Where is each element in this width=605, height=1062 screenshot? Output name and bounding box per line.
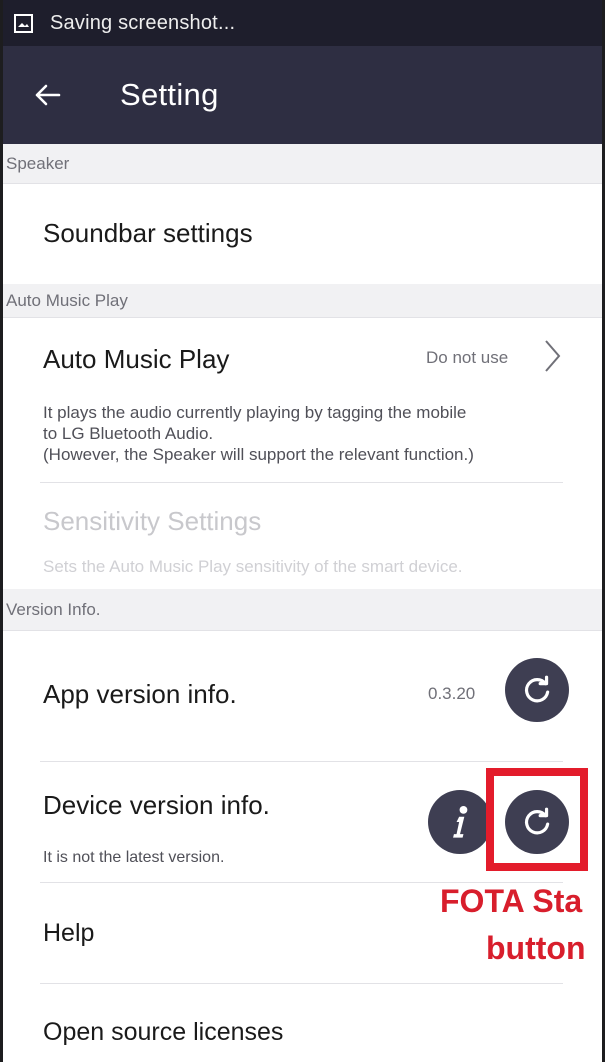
soundbar-settings-item[interactable]: Soundbar settings — [3, 184, 602, 284]
sensitivity-settings-label: Sensitivity Settings — [43, 506, 262, 536]
device-version-label: Device version info. — [43, 790, 270, 820]
auto-music-play-value: Do not use — [426, 348, 509, 367]
desc-line-2: to LG Bluetooth Audio. — [43, 424, 214, 443]
app-update-button[interactable] — [505, 658, 569, 722]
sensitivity-settings-description: Sets the Auto Music Play sensitivity of … — [43, 557, 463, 576]
section-speaker: Speaker — [3, 144, 602, 184]
refresh-icon — [524, 675, 550, 703]
status-bar: Saving screenshot... — [0, 0, 605, 46]
device-info-button[interactable] — [428, 790, 492, 854]
sensitivity-settings-item: Sensitivity Settings Sets the Auto Music… — [3, 483, 602, 589]
frame-border-left — [0, 0, 3, 1062]
annotation-line-1: FOTA Sta — [440, 883, 583, 919]
app-bar: Setting — [0, 46, 605, 144]
section-version-info: Version Info. — [3, 589, 602, 631]
help-label: Help — [43, 919, 95, 947]
open-source-licenses-item[interactable]: Open source licenses — [3, 984, 602, 1062]
fota-button-highlight — [486, 768, 588, 871]
page-title: Setting — [120, 77, 219, 112]
app-version-label: App version info. — [43, 679, 237, 709]
status-text: Saving screenshot... — [50, 11, 236, 34]
back-arrow-icon[interactable] — [32, 80, 62, 110]
desc-line-3: (However, the Speaker will support the r… — [43, 445, 474, 464]
chevron-right-icon — [545, 340, 561, 372]
open-source-licenses-label: Open source licenses — [43, 1018, 284, 1046]
section-auto-music-play: Auto Music Play — [3, 284, 602, 318]
image-icon — [14, 13, 33, 33]
app-version-value: 0.3.20 — [428, 684, 476, 703]
settings-screen: Saving screenshot... Setting Speaker Sou… — [0, 0, 605, 1062]
auto-music-play-item[interactable]: Auto Music Play Do not use It plays the … — [3, 318, 602, 482]
auto-music-play-label: Auto Music Play — [43, 344, 230, 374]
annotation-line-2: button — [486, 930, 586, 966]
auto-music-play-description: It plays the audio currently playing by … — [43, 402, 573, 465]
desc-line-1: It plays the audio currently playing by … — [43, 403, 467, 422]
info-icon — [453, 805, 468, 838]
soundbar-settings-label: Soundbar settings — [43, 218, 253, 248]
